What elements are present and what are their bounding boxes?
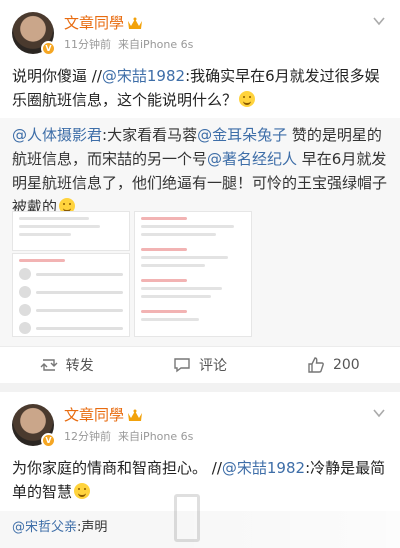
post-time: 12分钟前 bbox=[64, 430, 111, 443]
comment-button[interactable]: 评论 bbox=[133, 347, 266, 383]
post-text-main: 为你家庭的情商和智商担心。 // bbox=[12, 459, 222, 477]
watermark-logo-icon bbox=[174, 494, 200, 542]
repost-label: 转发 bbox=[65, 358, 94, 374]
repost-icon bbox=[40, 359, 58, 371]
mention-link[interactable]: @宋哲父亲 bbox=[12, 520, 77, 535]
mention-link[interactable]: @金耳朵兔子 bbox=[197, 126, 287, 144]
verified-v-icon: V bbox=[41, 433, 56, 448]
smile-emoji-icon bbox=[239, 91, 256, 107]
mention-link[interactable]: @著名经纪人 bbox=[207, 150, 297, 168]
weibo-post-2: V 文章同學 12分钟前 来自iPhone 6s 为你家庭的情商和智商担心。 /… bbox=[0, 392, 400, 548]
post-time-source: 12分钟前 来自iPhone 6s bbox=[64, 429, 193, 445]
like-icon bbox=[308, 357, 324, 373]
weibo-post-1: V 文章同學 11分钟前 来自iPhone 6s 说明你傻逼 //@宋喆1982… bbox=[0, 0, 400, 383]
mention-link[interactable]: @宋喆1982 bbox=[102, 67, 185, 85]
thumbnail-image[interactable] bbox=[12, 253, 130, 337]
repost-text: @人体摄影君:大家看看马蓉@金耳朵兔子 赞的是明星的航班信息，而宋喆的另一个号@… bbox=[0, 118, 400, 219]
crown-badge-icon bbox=[127, 408, 143, 422]
username[interactable]: 文章同學 bbox=[64, 405, 124, 425]
reposted-content[interactable]: @人体摄影君:大家看看马蓉@金耳朵兔子 赞的是明星的航班信息，而宋喆的另一个号@… bbox=[0, 118, 400, 346]
smile-emoji-icon bbox=[74, 483, 91, 499]
username-row: 文章同學 bbox=[64, 13, 193, 33]
post-text-main: 说明你傻逼 // bbox=[12, 67, 102, 85]
post-time-source: 11分钟前 来自iPhone 6s bbox=[64, 37, 193, 53]
repost-text-part: :大家看看马蓉 bbox=[102, 126, 198, 144]
comment-label: 评论 bbox=[198, 358, 227, 374]
post-text: 说明你傻逼 //@宋喆1982:我确实早在6月就发过很多娱乐圈航班信息，这个能说… bbox=[12, 64, 388, 112]
chevron-down-icon[interactable] bbox=[372, 406, 386, 420]
image-thumbnails bbox=[12, 211, 252, 337]
post-meta: 文章同學 11分钟前 来自iPhone 6s bbox=[64, 12, 193, 54]
avatar[interactable]: V bbox=[12, 12, 56, 56]
post-divider bbox=[0, 383, 400, 392]
post-source: 来自iPhone 6s bbox=[118, 38, 194, 51]
post-header: V 文章同學 11分钟前 来自iPhone 6s bbox=[12, 12, 193, 56]
like-button[interactable]: 200 bbox=[267, 347, 400, 383]
post-source: 来自iPhone 6s bbox=[118, 430, 194, 443]
mention-link[interactable]: @宋喆1982 bbox=[222, 459, 305, 477]
chevron-down-icon[interactable] bbox=[372, 14, 386, 28]
post-time: 11分钟前 bbox=[64, 38, 111, 51]
username[interactable]: 文章同學 bbox=[64, 13, 124, 33]
post-meta: 文章同學 12分钟前 来自iPhone 6s bbox=[64, 404, 193, 446]
crown-badge-icon bbox=[127, 16, 143, 30]
comment-icon bbox=[174, 358, 190, 373]
watermark bbox=[170, 486, 400, 548]
repost-text-part: :声明 bbox=[77, 520, 108, 535]
verified-v-icon: V bbox=[41, 41, 56, 56]
post-header: V 文章同學 12分钟前 来自iPhone 6s bbox=[12, 404, 193, 448]
repost-button[interactable]: 转发 bbox=[0, 347, 133, 383]
thumbnail-image[interactable] bbox=[134, 211, 252, 337]
thumbnail-image[interactable] bbox=[12, 211, 130, 251]
mention-link[interactable]: @人体摄影君 bbox=[12, 126, 102, 144]
action-bar: 转发 评论 200 bbox=[0, 346, 400, 383]
avatar[interactable]: V bbox=[12, 404, 56, 448]
like-count: 200 bbox=[332, 357, 360, 373]
username-row: 文章同學 bbox=[64, 405, 193, 425]
